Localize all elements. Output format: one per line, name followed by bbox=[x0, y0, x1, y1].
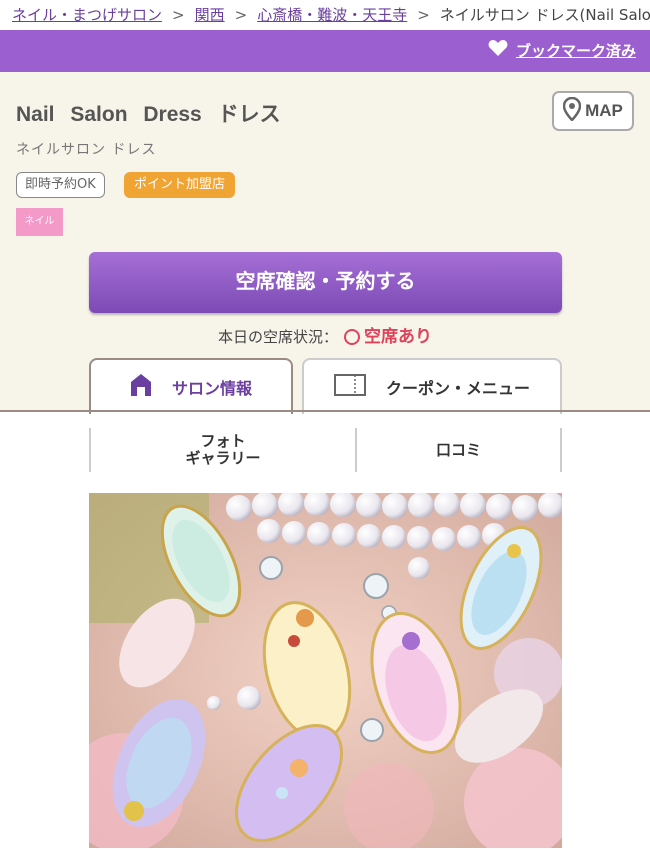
salon-info-panel: Nail Salon Dress ドレス MAP ネイルサロン ドレス 即時予約… bbox=[0, 72, 650, 414]
circle-icon bbox=[344, 329, 360, 345]
bookmark-button[interactable]: ブックマーク済み bbox=[488, 39, 636, 61]
reviews-label: 口コミ bbox=[435, 440, 481, 459]
salon-name: Nail Salon Dress ドレス bbox=[16, 103, 281, 126]
heart-icon bbox=[488, 39, 508, 61]
photo-gallery-label-line2: ギャラリー bbox=[185, 449, 261, 467]
map-button[interactable]: MAP bbox=[552, 91, 634, 131]
breadcrumb-link-area[interactable]: 心斎橋・難波・天王寺 bbox=[257, 6, 407, 24]
salon-kana: ネイルサロン ドレス bbox=[16, 142, 157, 158]
breadcrumb-link-nail-lash[interactable]: ネイル・まつげサロン bbox=[12, 6, 162, 24]
instant-booking-badge: 即時予約OK bbox=[16, 172, 105, 198]
house-icon bbox=[130, 373, 152, 401]
divider bbox=[560, 428, 562, 472]
photo-gallery-label-line1: フォト bbox=[200, 432, 246, 450]
photo-gallery-link[interactable]: フォト ギャラリー bbox=[91, 428, 355, 472]
tab-coupon-menu-label: クーポン・メニュー bbox=[385, 379, 530, 398]
tab-salon-info-label: サロン情報 bbox=[171, 379, 252, 398]
availability-label: 本日の空席状況： bbox=[217, 328, 338, 346]
tab-coupon-menu[interactable]: クーポン・メニュー bbox=[302, 358, 562, 414]
availability-status: 本日の空席状況： 空席あり bbox=[0, 322, 650, 347]
map-pin-icon bbox=[562, 96, 582, 125]
breadcrumb-separator: > bbox=[172, 6, 185, 24]
reviews-link[interactable]: 口コミ bbox=[357, 428, 560, 472]
availability-value: 空席あり bbox=[364, 327, 432, 347]
ticket-icon bbox=[333, 374, 366, 400]
bookmark-label: ブックマーク済み bbox=[515, 41, 636, 60]
breadcrumb: ネイル・まつげサロン > 関西 > 心斎橋・難波・天王寺 > ネイルサロン ドレス(Nail… bbox=[0, 0, 650, 30]
breadcrumb-separator: > bbox=[417, 6, 430, 24]
bookmark-bar: ブックマーク済み bbox=[0, 30, 650, 72]
breadcrumb-current: ネイルサロン ドレス(Nail Salon Dress) bbox=[439, 6, 650, 24]
sub-navigation: フォト ギャラリー 口コミ bbox=[89, 428, 562, 472]
reserve-button[interactable]: 空席確認・予約する bbox=[89, 252, 562, 313]
breadcrumb-separator: > bbox=[234, 6, 248, 24]
breadcrumb-link-kansai[interactable]: 関西 bbox=[195, 6, 225, 24]
points-member-badge: ポイント加盟店 bbox=[124, 172, 236, 198]
map-label: MAP bbox=[585, 101, 623, 120]
tab-underline bbox=[0, 410, 650, 412]
tab-salon-info[interactable]: サロン情報 bbox=[89, 358, 293, 414]
salon-photo bbox=[89, 493, 562, 848]
category-badge: ネイル bbox=[16, 208, 63, 236]
